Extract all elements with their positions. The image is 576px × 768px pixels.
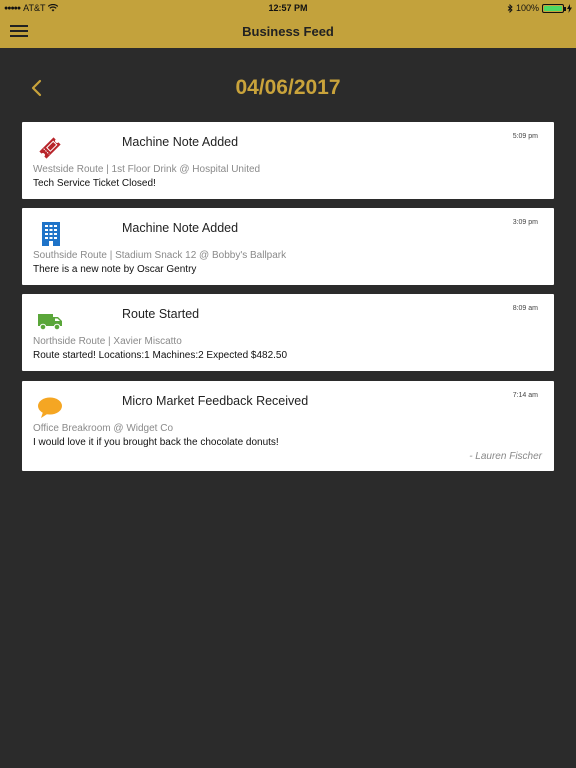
- card-time: 8:09 am: [512, 305, 538, 312]
- card-subtitle: Office Breakroom @ Widget Co: [33, 423, 174, 434]
- feed-card[interactable]: Machine Note Added 3:09 pm Southside Rou…: [22, 208, 554, 285]
- speech-bubble-icon: [38, 397, 62, 418]
- page-title: Business Feed: [242, 24, 334, 39]
- feed-card[interactable]: Route Started 8:09 am Northside Route | …: [22, 294, 554, 371]
- battery-level-fill: [544, 5, 562, 11]
- top-bar: ●●●●● AT&T 12:57 PM 100% Business Feed: [0, 0, 576, 48]
- card-time: 5:09 pm: [512, 133, 538, 140]
- status-bar: ●●●●● AT&T 12:57 PM 100%: [0, 0, 576, 16]
- card-title: Machine Note Added: [122, 221, 239, 235]
- status-time: 12:57 PM: [268, 3, 308, 13]
- feed-card[interactable]: Machine Note Added 5:09 pm Westside Rout…: [22, 122, 554, 199]
- navigation-bar: Business Feed: [0, 16, 576, 48]
- bluetooth-icon: [507, 3, 513, 13]
- card-body: I would love it if you brought back the …: [33, 437, 279, 448]
- card-time: 3:09 pm: [512, 219, 538, 226]
- battery-percent: 100%: [515, 3, 539, 13]
- date-header: 04/06/2017: [0, 72, 576, 104]
- card-time: 7:14 am: [512, 392, 538, 399]
- card-body: Tech Service Ticket Closed!: [33, 178, 156, 189]
- ticket-icon: [39, 137, 61, 159]
- truck-icon: [38, 314, 62, 331]
- status-right: 100%: [507, 3, 572, 13]
- card-body: Route started! Locations:1 Machines:2 Ex…: [33, 350, 288, 361]
- feed-card[interactable]: Micro Market Feedback Received 7:14 am O…: [22, 381, 554, 471]
- card-subtitle: Southside Route | Stadium Snack 12 @ Bob…: [33, 250, 287, 261]
- charging-bolt-icon: [567, 3, 572, 13]
- building-icon: [42, 222, 60, 246]
- card-title: Route Started: [122, 307, 200, 321]
- battery-icon: [542, 3, 566, 13]
- card-signature: - Lauren Fischer: [469, 451, 542, 462]
- card-subtitle: Westside Route | 1st Floor Drink @ Hospi…: [33, 164, 261, 175]
- date-title: 04/06/2017: [235, 76, 341, 99]
- card-title: Micro Market Feedback Received: [122, 394, 309, 408]
- card-subtitle: Northside Route | Xavier Miscatto: [33, 336, 182, 347]
- card-body: There is a new note by Oscar Gentry: [33, 264, 197, 275]
- card-title: Machine Note Added: [122, 135, 239, 149]
